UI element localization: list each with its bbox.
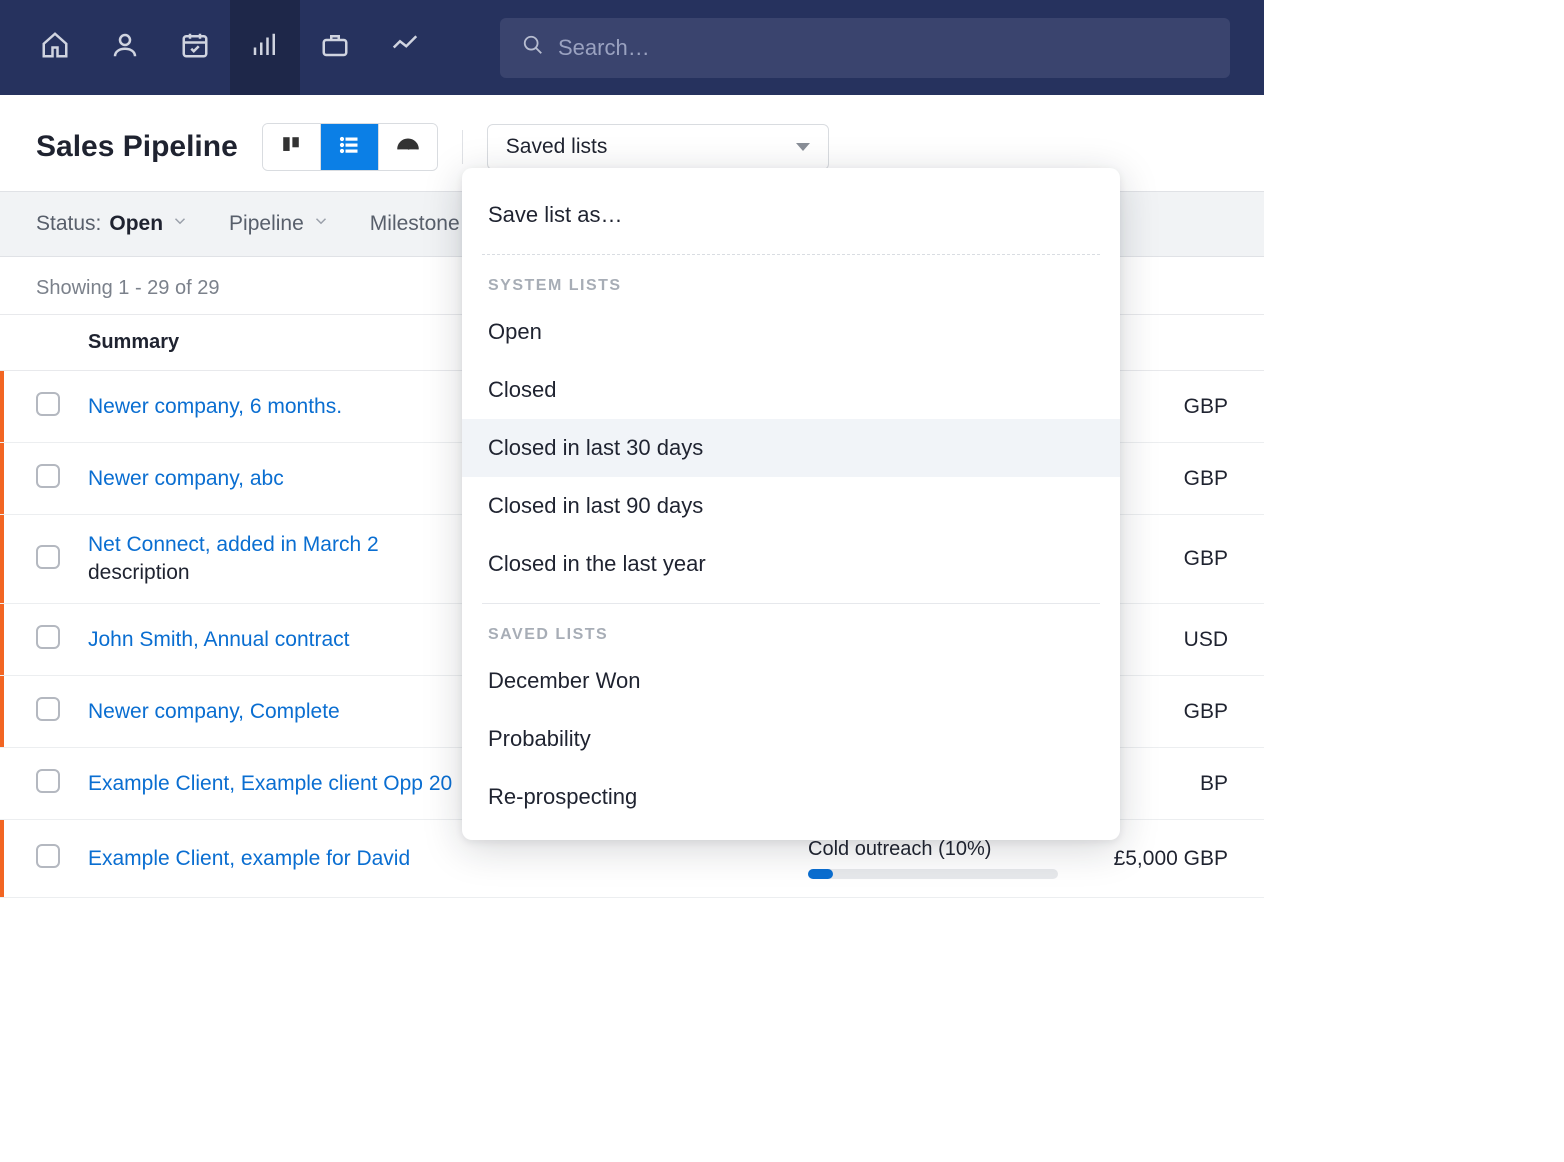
- filter-milestone-label: Milestone: [370, 212, 460, 236]
- view-toggle: [262, 123, 438, 171]
- row-value: £5,000 GBP: [1068, 847, 1228, 871]
- status-bar: [0, 820, 4, 897]
- dd-save-list-as[interactable]: Save list as…: [462, 186, 1120, 244]
- saved-lists-dropdown-button[interactable]: Saved lists: [487, 124, 829, 170]
- milestone-progress: [808, 869, 1058, 879]
- home-icon: [40, 30, 70, 65]
- dd-saved-probability[interactable]: Probability: [462, 710, 1120, 768]
- nav-activity[interactable]: [370, 0, 440, 95]
- filter-pipeline[interactable]: Pipeline: [229, 212, 330, 236]
- caret-down-icon: [796, 143, 810, 151]
- status-bar: [0, 371, 4, 442]
- nav-calendar[interactable]: [160, 0, 230, 95]
- search-icon: [522, 34, 558, 61]
- row-checkbox[interactable]: [36, 545, 60, 569]
- chevron-down-icon: [312, 212, 330, 236]
- calendar-icon: [180, 30, 210, 65]
- activity-icon: [390, 30, 420, 65]
- dd-system-closed-30[interactable]: Closed in last 30 days: [462, 419, 1120, 477]
- person-icon: [110, 30, 140, 65]
- view-list[interactable]: [321, 124, 379, 170]
- status-bar: [0, 604, 4, 675]
- dd-system-closed[interactable]: Closed: [462, 361, 1120, 419]
- filter-milestone[interactable]: Milestone: [370, 212, 460, 236]
- row-milestone: Cold outreach (10%): [808, 838, 1068, 879]
- status-bar: [0, 515, 4, 603]
- view-kanban[interactable]: [263, 124, 321, 170]
- divider: [482, 603, 1100, 604]
- row-checkbox[interactable]: [36, 697, 60, 721]
- row-checkbox[interactable]: [36, 769, 60, 793]
- nav-cases[interactable]: [300, 0, 370, 95]
- briefcase-icon: [320, 30, 350, 65]
- divider: [482, 254, 1100, 255]
- nav-icons: [20, 0, 440, 95]
- row-checkbox[interactable]: [36, 392, 60, 416]
- bars-icon: [250, 30, 280, 65]
- gauge-icon: [395, 132, 421, 163]
- row-checkbox[interactable]: [36, 464, 60, 488]
- status-bar: [0, 443, 4, 514]
- filter-pipeline-label: Pipeline: [229, 212, 304, 236]
- view-dashboard[interactable]: [379, 124, 437, 170]
- kanban-icon: [280, 134, 302, 161]
- page-title: Sales Pipeline: [36, 130, 238, 164]
- divider: [462, 130, 463, 164]
- top-navbar: [0, 0, 1264, 95]
- nav-people[interactable]: [90, 0, 160, 95]
- dd-heading-system: SYSTEM LISTS: [462, 265, 1120, 303]
- saved-lists-label: Saved lists: [506, 135, 608, 159]
- row-checkbox[interactable]: [36, 844, 60, 868]
- list-icon: [337, 133, 361, 162]
- dd-system-open[interactable]: Open: [462, 303, 1120, 361]
- dd-saved-reprospecting[interactable]: Re-prospecting: [462, 768, 1120, 826]
- status-bar: [0, 676, 4, 747]
- dd-system-closed-year[interactable]: Closed in the last year: [462, 535, 1120, 593]
- chevron-down-icon: [171, 212, 189, 236]
- saved-lists-dropdown: Save list as… SYSTEM LISTS Open Closed C…: [462, 168, 1120, 840]
- nav-pipeline[interactable]: [230, 0, 300, 95]
- filter-status-label: Status:: [36, 212, 101, 236]
- filter-status[interactable]: Status: Open: [36, 212, 189, 236]
- nav-home[interactable]: [20, 0, 90, 95]
- milestone-label: Cold outreach (10%): [808, 838, 991, 860]
- search-input[interactable]: [558, 35, 1208, 61]
- dd-saved-december-won[interactable]: December Won: [462, 652, 1120, 710]
- row-summary-link[interactable]: Example Client, example for David: [88, 847, 808, 871]
- filter-status-value: Open: [109, 212, 163, 236]
- dd-heading-saved: SAVED LISTS: [462, 614, 1120, 652]
- dd-system-closed-90[interactable]: Closed in last 90 days: [462, 477, 1120, 535]
- row-checkbox[interactable]: [36, 625, 60, 649]
- global-search[interactable]: [500, 18, 1230, 78]
